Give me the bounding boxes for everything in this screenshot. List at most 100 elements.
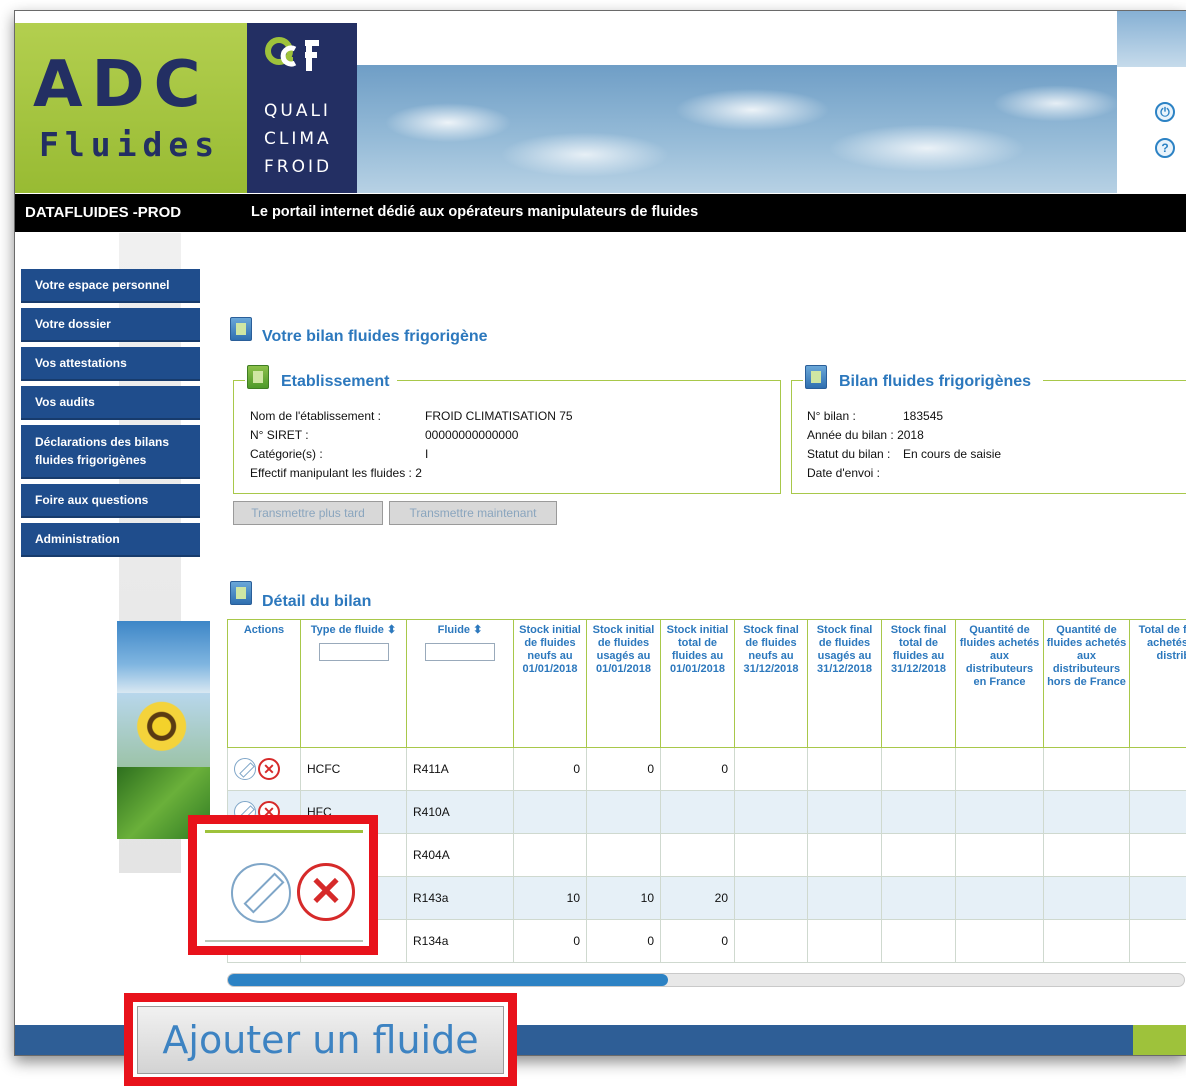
actions-cell: ✕ <box>227 747 301 791</box>
col-type-label[interactable]: Type de fluide ⬍ <box>311 624 396 636</box>
nav-espace-personnel[interactable]: Votre espace personnel <box>21 269 200 303</box>
empty-cell <box>881 833 956 877</box>
top-bar: DATAFLUIDES -PROD Le portail internet dé… <box>15 194 1186 232</box>
value-cell <box>513 833 587 877</box>
value-cell <box>586 833 661 877</box>
empty-cell <box>881 876 956 920</box>
col-fluide-label[interactable]: Fluide ⬍ <box>438 624 483 636</box>
qcf-line-2: CLIMA <box>264 129 332 149</box>
empty-cell <box>881 747 956 791</box>
value-cell <box>660 790 735 834</box>
empty-cell <box>1043 790 1130 834</box>
empty-cell <box>1129 876 1186 920</box>
decor-flower-photo <box>117 693 210 767</box>
label-categorie: Catégorie(s) : <box>250 447 323 461</box>
nav-administration[interactable]: Administration <box>21 523 200 557</box>
label-effectif: Effectif manipulant les fluides : 2 <box>250 466 422 480</box>
value-cell <box>586 790 661 834</box>
empty-cell <box>734 747 808 791</box>
etablissement-title: Etablissement <box>281 373 390 390</box>
edit-icon[interactable] <box>234 758 256 780</box>
nav-attestations[interactable]: Vos attestations <box>21 347 200 381</box>
nav-audits[interactable]: Vos audits <box>21 386 200 420</box>
power-icon[interactable]: ⏻ <box>1155 102 1175 122</box>
empty-cell <box>955 919 1044 963</box>
empty-cell <box>1043 747 1130 791</box>
adc-fluides-logo: ADC Fluides <box>15 23 247 193</box>
value-cell: 10 <box>513 876 587 920</box>
transmettre-plus-tard-button[interactable]: Transmettre plus tard <box>233 501 383 525</box>
col-stock-initial-neufs: Stock initial de fluides neufs au 01/01/… <box>513 619 587 748</box>
value-cell: 0 <box>513 747 587 791</box>
nav-votre-dossier[interactable]: Votre dossier <box>21 308 200 342</box>
empty-cell <box>881 919 956 963</box>
col-fluide[interactable]: Fluide ⬍ <box>406 619 514 748</box>
value-cell: 0 <box>586 919 661 963</box>
value-nom: FROID CLIMATISATION 75 <box>425 409 573 423</box>
value-numero-bilan: 183545 <box>903 409 944 423</box>
bilan-legend: Bilan fluides frigorigènes <box>803 363 1043 391</box>
empty-cell <box>881 790 956 834</box>
label-date-envoi: Date d'envoi : <box>807 466 881 480</box>
value-categorie: I <box>425 447 429 461</box>
nav-faq[interactable]: Foire aux questions <box>21 484 200 518</box>
value-cell: 0 <box>660 747 735 791</box>
empty-cell <box>734 876 808 920</box>
delete-icon-zoomed[interactable]: ✕ <box>297 863 355 921</box>
bilan-title: Bilan fluides frigorigènes <box>839 373 1032 390</box>
col-stock-initial-total: Stock initial total de fluides au 01/01/… <box>660 619 735 748</box>
type-cell: HCFC <box>300 747 407 791</box>
edit-icon-zoomed[interactable] <box>231 863 291 923</box>
empty-cell <box>955 876 1044 920</box>
detail-icon <box>230 581 252 605</box>
actions-zoom-inner: ✕ <box>205 830 363 942</box>
empty-cell <box>1043 833 1130 877</box>
value-cell <box>513 790 587 834</box>
decor-sky-photo <box>117 621 210 693</box>
actions-zoom-callout: ✕ <box>188 815 378 955</box>
table-row: ✕ HCFC R411A 0 0 0 <box>227 747 1186 791</box>
empty-cell <box>955 790 1044 834</box>
fluide-cell: R411A <box>406 747 514 791</box>
help-icon[interactable]: ? <box>1155 138 1175 158</box>
value-statut: En cours de saisie <box>903 447 1002 461</box>
col-achetes-hors-france: Quantité de fluides achetés aux distribu… <box>1043 619 1130 748</box>
value-cell <box>660 833 735 877</box>
col-stock-initial-usages: Stock initial de fluides usagés au 01/01… <box>586 619 661 748</box>
value-cell: 0 <box>586 747 661 791</box>
detail-title: Détail du bilan <box>262 593 372 610</box>
fluide-cell: R404A <box>406 833 514 877</box>
col-stock-final-total: Stock final total de fluides au 31/12/20… <box>881 619 956 748</box>
header-sky-corner <box>1117 11 1186 67</box>
value-cell: 20 <box>660 876 735 920</box>
tagline: Le portail internet dédié aux opérateurs… <box>251 204 699 220</box>
nav-declarations-bilans[interactable]: Déclarations des bilans fluides frigorig… <box>21 425 200 479</box>
scrollbar-thumb[interactable] <box>228 974 668 986</box>
label-annee: Année du bilan : 2018 <box>807 428 924 442</box>
label-numero-bilan: N° bilan : <box>807 409 856 423</box>
empty-cell <box>1129 833 1186 877</box>
col-type-fluide[interactable]: Type de fluide ⬍ <box>300 619 407 748</box>
col-stock-final-neufs: Stock final de fluides neufs au 31/12/20… <box>734 619 808 748</box>
value-cell: 0 <box>513 919 587 963</box>
ajouter-un-fluide-button[interactable]: Ajouter un fluide <box>137 1006 504 1074</box>
table-header-row: Actions Type de fluide ⬍ Fluide ⬍ Stock … <box>227 619 1186 748</box>
transmettre-maintenant-button[interactable]: Transmettre maintenant <box>389 501 557 525</box>
qualiclimafroid-logo: QUALI CLIMA FROID <box>247 23 357 193</box>
col-actions-label: Actions <box>243 624 285 636</box>
label-nom: Nom de l'établissement : <box>250 409 382 423</box>
type-fluide-filter-input[interactable] <box>318 643 389 661</box>
value-cell: 0 <box>660 919 735 963</box>
fluide-filter-input[interactable] <box>425 643 495 661</box>
col-stock-final-usages: Stock final de fluides usagés au 31/12/2… <box>807 619 882 748</box>
empty-cell <box>1129 747 1186 791</box>
bilan-document-icon <box>230 317 252 341</box>
empty-cell <box>734 919 808 963</box>
delete-icon[interactable]: ✕ <box>258 758 280 780</box>
empty-cell <box>1129 919 1186 963</box>
horizontal-scrollbar[interactable] <box>227 973 1185 987</box>
empty-cell <box>1043 919 1130 963</box>
empty-cell <box>1043 876 1130 920</box>
qcf-line-3: FROID <box>264 157 333 177</box>
empty-cell <box>734 833 808 877</box>
